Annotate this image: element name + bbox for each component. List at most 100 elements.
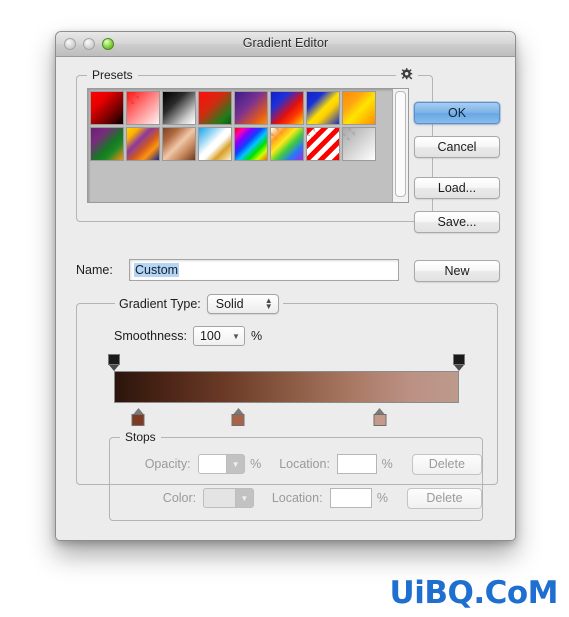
load-button[interactable]: Load... — [414, 177, 500, 199]
color-label: Color: — [162, 491, 197, 505]
preset-swatch[interactable] — [234, 91, 268, 125]
gradient-type-select[interactable]: Solid ▲ ▼ — [206, 294, 279, 314]
color-value — [204, 489, 235, 507]
presets-scrollbar-thumb[interactable] — [395, 91, 406, 197]
chevron-down-icon: ▼ — [234, 489, 253, 507]
opacity-label: Opacity: — [144, 457, 191, 471]
stops-group: Stops Opacity: ▼ % Location: % Delete Co… — [109, 430, 483, 521]
save-button[interactable]: Save... — [414, 211, 500, 233]
preset-swatch-fill — [343, 92, 375, 124]
opacity-location-unit: % — [381, 457, 393, 471]
preset-swatch-fill — [127, 128, 159, 160]
preset-swatch[interactable] — [126, 91, 160, 125]
preset-swatch-fill — [127, 92, 159, 124]
watermark: UiBQ.CoM — [389, 575, 559, 611]
preset-swatch-fill — [91, 128, 123, 160]
preset-swatch-fill — [199, 128, 231, 160]
preset-swatch-fill — [307, 92, 339, 124]
cancel-button[interactable]: Cancel — [414, 136, 500, 158]
gradient-preview-bar[interactable] — [114, 371, 459, 403]
color-stop-marker[interactable] — [131, 408, 145, 426]
gradient-type-row: Gradient Type: Solid ▲ ▼ — [115, 294, 283, 314]
opacity-location-label: Location: — [279, 457, 330, 471]
preset-swatch[interactable] — [342, 91, 376, 125]
preset-swatch-fill — [163, 92, 195, 124]
preset-swatch[interactable] — [126, 127, 160, 161]
gradient-type-label: Gradient Type: — [119, 297, 201, 311]
preset-swatch[interactable] — [306, 127, 340, 161]
smoothness-label: Smoothness: — [114, 329, 187, 343]
smoothness-row: Smoothness: 100 ▼ % — [114, 326, 262, 346]
preset-swatch[interactable] — [270, 91, 304, 125]
smoothness-unit: % — [250, 329, 263, 343]
opacity-delete-button[interactable]: Delete — [411, 453, 482, 475]
opacity-value — [199, 455, 227, 473]
gradient-type-group: Gradient Type: Solid ▲ ▼ Smoothness: 100 … — [76, 294, 498, 521]
preset-swatch[interactable] — [198, 127, 232, 161]
color-stop-swatch — [373, 414, 387, 426]
preset-swatch-fill — [235, 92, 267, 124]
window-titlebar[interactable]: Gradient Editor — [56, 32, 515, 57]
gradient-type-value: Solid — [215, 297, 244, 311]
opacity-stop-swatch — [108, 354, 120, 365]
preset-swatch[interactable] — [270, 127, 304, 161]
presets-grid — [90, 91, 376, 161]
presets-gear-icon[interactable] — [396, 66, 418, 83]
presets-list[interactable] — [87, 88, 409, 203]
color-stop-marker[interactable] — [231, 408, 245, 426]
stops-legend: Stops — [120, 430, 161, 444]
presets-legend: Presets — [87, 68, 138, 82]
preset-swatch[interactable] — [162, 91, 196, 125]
opacity-stop-row: Opacity: ▼ % Location: % Delete — [110, 453, 482, 475]
smoothness-value: 100 — [199, 329, 221, 343]
opacity-input[interactable]: ▼ — [197, 454, 246, 474]
preset-swatch-fill — [271, 92, 303, 124]
color-stop-marker[interactable] — [373, 408, 387, 426]
window-title: Gradient Editor — [242, 36, 329, 50]
chevron-down-icon: ▼ — [226, 455, 245, 473]
preset-swatch-fill — [91, 92, 123, 124]
dialog-body: Presets OK Cancel Load... Save... New Na… — [56, 57, 515, 540]
preset-swatch[interactable] — [342, 127, 376, 161]
new-button[interactable]: New — [414, 260, 500, 282]
presets-scrollbar[interactable] — [392, 89, 408, 202]
color-stop-row: Color: ▼ Location: % Delete — [110, 487, 482, 509]
opacity-stop-marker[interactable] — [108, 354, 120, 371]
opacity-stop-swatch — [453, 354, 465, 365]
stepper-arrows-icon: ▲ ▼ — [264, 296, 273, 311]
color-stop-swatch — [231, 414, 245, 426]
color-stop-swatch — [131, 414, 145, 426]
preset-swatch[interactable] — [90, 91, 124, 125]
preset-swatch-fill — [199, 92, 231, 124]
color-delete-button[interactable]: Delete — [406, 487, 482, 509]
opacity-unit: % — [250, 457, 262, 471]
presets-group: Presets — [76, 66, 433, 222]
color-location-label: Location: — [271, 491, 323, 505]
preset-swatch[interactable] — [306, 91, 340, 125]
preset-swatch-fill — [343, 128, 375, 160]
gradient-editor-window: Gradient Editor Presets OK Cancel Load..… — [55, 31, 516, 541]
name-input[interactable]: Custom — [129, 259, 399, 281]
name-input-value: Custom — [134, 263, 180, 277]
opacity-stop-marker[interactable] — [453, 354, 465, 371]
color-location-input[interactable] — [329, 488, 372, 508]
name-label: Name: — [76, 263, 113, 277]
preset-swatch-fill — [163, 128, 195, 160]
preset-swatch[interactable] — [162, 127, 196, 161]
gradient-strip-area — [108, 354, 465, 426]
preset-swatch[interactable] — [234, 127, 268, 161]
preset-swatch[interactable] — [90, 127, 124, 161]
preset-swatch-fill — [235, 128, 267, 160]
preset-swatch[interactable] — [198, 91, 232, 125]
preset-swatch-fill — [307, 128, 339, 160]
stop-pointer-icon — [109, 365, 119, 371]
opacity-location-input[interactable] — [336, 454, 377, 474]
chevron-down-icon: ▼ — [232, 331, 240, 341]
stop-pointer-icon — [454, 365, 464, 371]
color-location-unit: % — [376, 491, 388, 505]
smoothness-select[interactable]: 100 ▼ — [192, 326, 245, 346]
preset-swatch-fill — [271, 128, 303, 160]
name-row: Name: Custom — [76, 259, 411, 283]
ok-button[interactable]: OK — [414, 102, 500, 124]
color-swatch-input[interactable]: ▼ — [203, 488, 254, 508]
